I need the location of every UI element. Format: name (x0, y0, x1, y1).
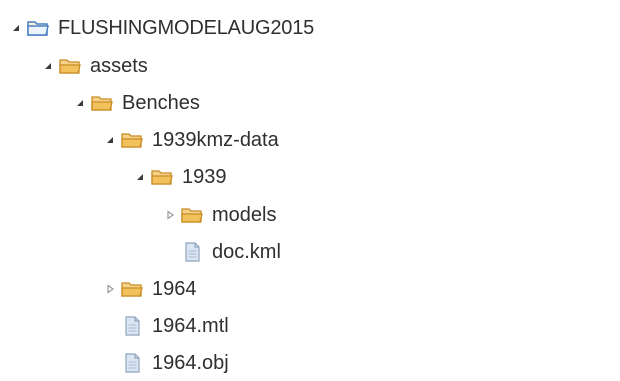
expanded-triangle-icon[interactable] (72, 95, 88, 111)
project-explorer-tree: FLUSHINGMODELAUG2015 assets Benches 1939… (0, 0, 620, 381)
tree-item-label: 1964.mtl (152, 315, 229, 337)
tree-item-label: assets (90, 55, 148, 77)
tree-item-label: 1939 (182, 166, 227, 188)
tree-item-label: 1939kmz-data (152, 129, 279, 151)
expanded-triangle-icon[interactable] (132, 169, 148, 185)
tree-item-doc-kml[interactable]: doc.kml (0, 236, 281, 268)
folder-open-icon (120, 278, 144, 300)
tree-item-1964-obj[interactable]: 1964.obj (0, 347, 229, 379)
folder-open-icon (58, 55, 82, 77)
folder-open-icon (120, 129, 144, 151)
tree-item-1964[interactable]: 1964 (0, 273, 197, 305)
file-icon (120, 352, 144, 374)
expanded-triangle-icon[interactable] (40, 58, 56, 74)
file-icon (120, 315, 144, 337)
collapsed-triangle-icon[interactable] (102, 281, 118, 297)
expanded-triangle-icon[interactable] (8, 20, 24, 36)
tree-item-models[interactable]: models (0, 199, 276, 231)
collapsed-triangle-icon[interactable] (162, 207, 178, 223)
folder-open-icon (90, 92, 114, 114)
folder-open-icon (150, 166, 174, 188)
tree-item-flushingmodelaug2015[interactable]: FLUSHINGMODELAUG2015 (0, 12, 314, 44)
tree-item-label: Benches (122, 92, 200, 114)
tree-item-benches[interactable]: Benches (0, 87, 200, 119)
tree-item-label: 1964.obj (152, 352, 229, 374)
tree-item-assets[interactable]: assets (0, 50, 148, 82)
expanded-triangle-icon[interactable] (102, 132, 118, 148)
tree-item-1939kmz-data[interactable]: 1939kmz-data (0, 124, 279, 156)
project-folder-icon (26, 17, 50, 39)
tree-item-label: models (212, 204, 277, 226)
tree-item-1939[interactable]: 1939 (0, 161, 227, 193)
tree-item-label: 1964 (152, 278, 197, 300)
folder-open-icon (180, 204, 204, 226)
tree-item-1964-mtl[interactable]: 1964.mtl (0, 310, 229, 342)
tree-item-label: doc.kml (212, 241, 281, 263)
tree-item-label: FLUSHINGMODELAUG2015 (58, 17, 315, 39)
file-icon (180, 241, 204, 263)
